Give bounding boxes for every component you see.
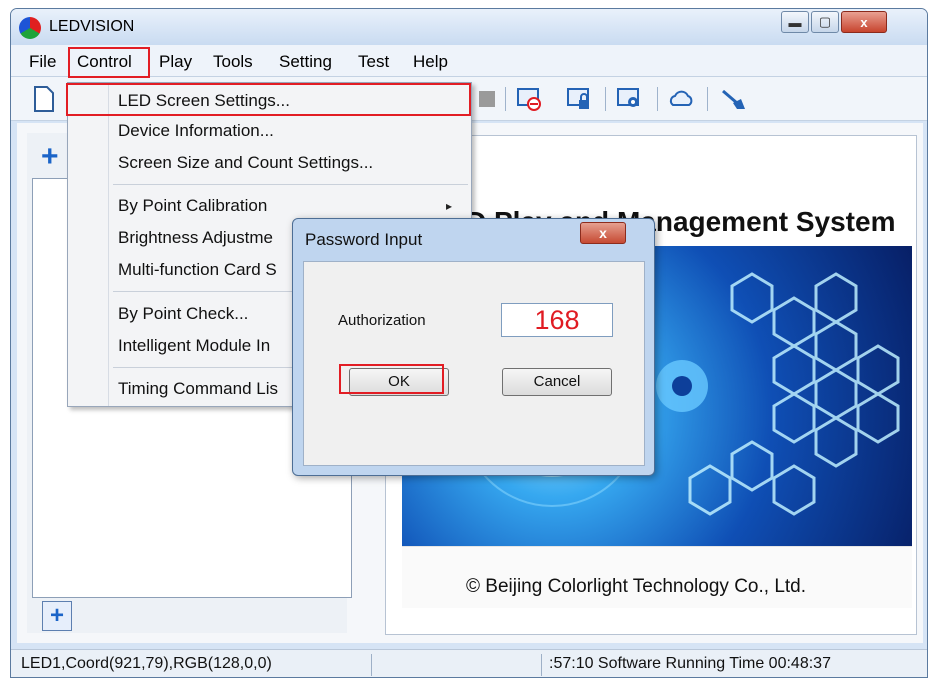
toolbar-separator	[605, 87, 606, 111]
settings-screen-icon[interactable]	[615, 85, 643, 113]
app-logo-icon	[19, 17, 41, 39]
menu-item-by-point-calibration[interactable]: By Point Calibration	[118, 196, 267, 216]
menu-item-brightness-adjustment[interactable]: Brightness Adjustme	[118, 228, 273, 248]
menu-item-multifunction-card[interactable]: Multi-function Card S	[118, 260, 277, 280]
status-running-time: :57:10 Software Running Time 00:48:37	[549, 655, 831, 672]
toolbar-separator	[707, 87, 708, 111]
authorization-input[interactable]: 168	[501, 303, 613, 337]
toolbar-separator	[505, 87, 506, 111]
dialog-title: Password Input	[305, 230, 423, 249]
menu-file[interactable]: File	[29, 52, 56, 72]
menu-item-by-point-check[interactable]: By Point Check...	[118, 304, 248, 324]
close-icon: x	[599, 225, 607, 241]
status-separator	[541, 654, 542, 676]
add-program-icon[interactable]: +	[42, 601, 72, 631]
maximize-icon: ▢	[818, 14, 832, 29]
screen-off-icon[interactable]	[515, 85, 543, 113]
menu-item-screen-size-count[interactable]: Screen Size and Count Settings...	[118, 153, 373, 173]
dialog-close-button[interactable]: x	[580, 222, 626, 244]
menu-test[interactable]: Test	[358, 52, 389, 72]
stop-icon[interactable]	[473, 85, 501, 113]
menu-item-intelligent-module[interactable]: Intelligent Module In	[118, 336, 270, 356]
menu-tools[interactable]: Tools	[213, 52, 253, 72]
control-menu-highlight	[68, 47, 150, 78]
minimize-icon: ▬	[788, 14, 802, 30]
cloud-icon[interactable]	[667, 85, 695, 113]
toolbar-separator	[657, 87, 658, 111]
status-coordinates: LED1,Coord(921,79),RGB(128,0,0)	[21, 655, 272, 672]
menu-item-device-information[interactable]: Device Information...	[118, 121, 274, 141]
status-bar: LED1,Coord(921,79),RGB(128,0,0) :57:10 S…	[11, 649, 927, 677]
menu-separator	[113, 184, 468, 185]
ok-button-highlight	[339, 364, 444, 394]
led-screen-settings-highlight	[66, 83, 471, 116]
authorization-label: Authorization	[338, 312, 426, 329]
title-bar: LEDVISION ▬ ▢ x	[11, 9, 927, 45]
close-button[interactable]: x	[841, 11, 887, 33]
submenu-arrow-icon: ▸	[446, 199, 453, 213]
password-dialog: Password Input x Authorization 168 OK Ca…	[292, 218, 655, 476]
menu-play[interactable]: Play	[159, 52, 192, 72]
close-icon: x	[860, 14, 868, 30]
new-document-icon[interactable]	[29, 85, 57, 113]
minimize-button[interactable]: ▬	[781, 11, 809, 33]
app-title: LEDVISION	[49, 18, 135, 35]
menu-gutter	[108, 83, 109, 406]
cancel-button[interactable]: Cancel	[502, 368, 612, 396]
status-separator	[371, 654, 372, 676]
menu-help[interactable]: Help	[413, 52, 448, 72]
menu-setting[interactable]: Setting	[279, 52, 332, 72]
screen-lock-icon[interactable]	[565, 85, 593, 113]
broom-icon[interactable]	[719, 85, 747, 113]
maximize-button[interactable]: ▢	[811, 11, 839, 33]
add-screen-icon[interactable]: +	[41, 142, 59, 172]
menu-item-timing-command[interactable]: Timing Command Lis	[118, 379, 278, 399]
copyright-text: © Beijing Colorlight Technology Co., Ltd…	[466, 576, 807, 597]
